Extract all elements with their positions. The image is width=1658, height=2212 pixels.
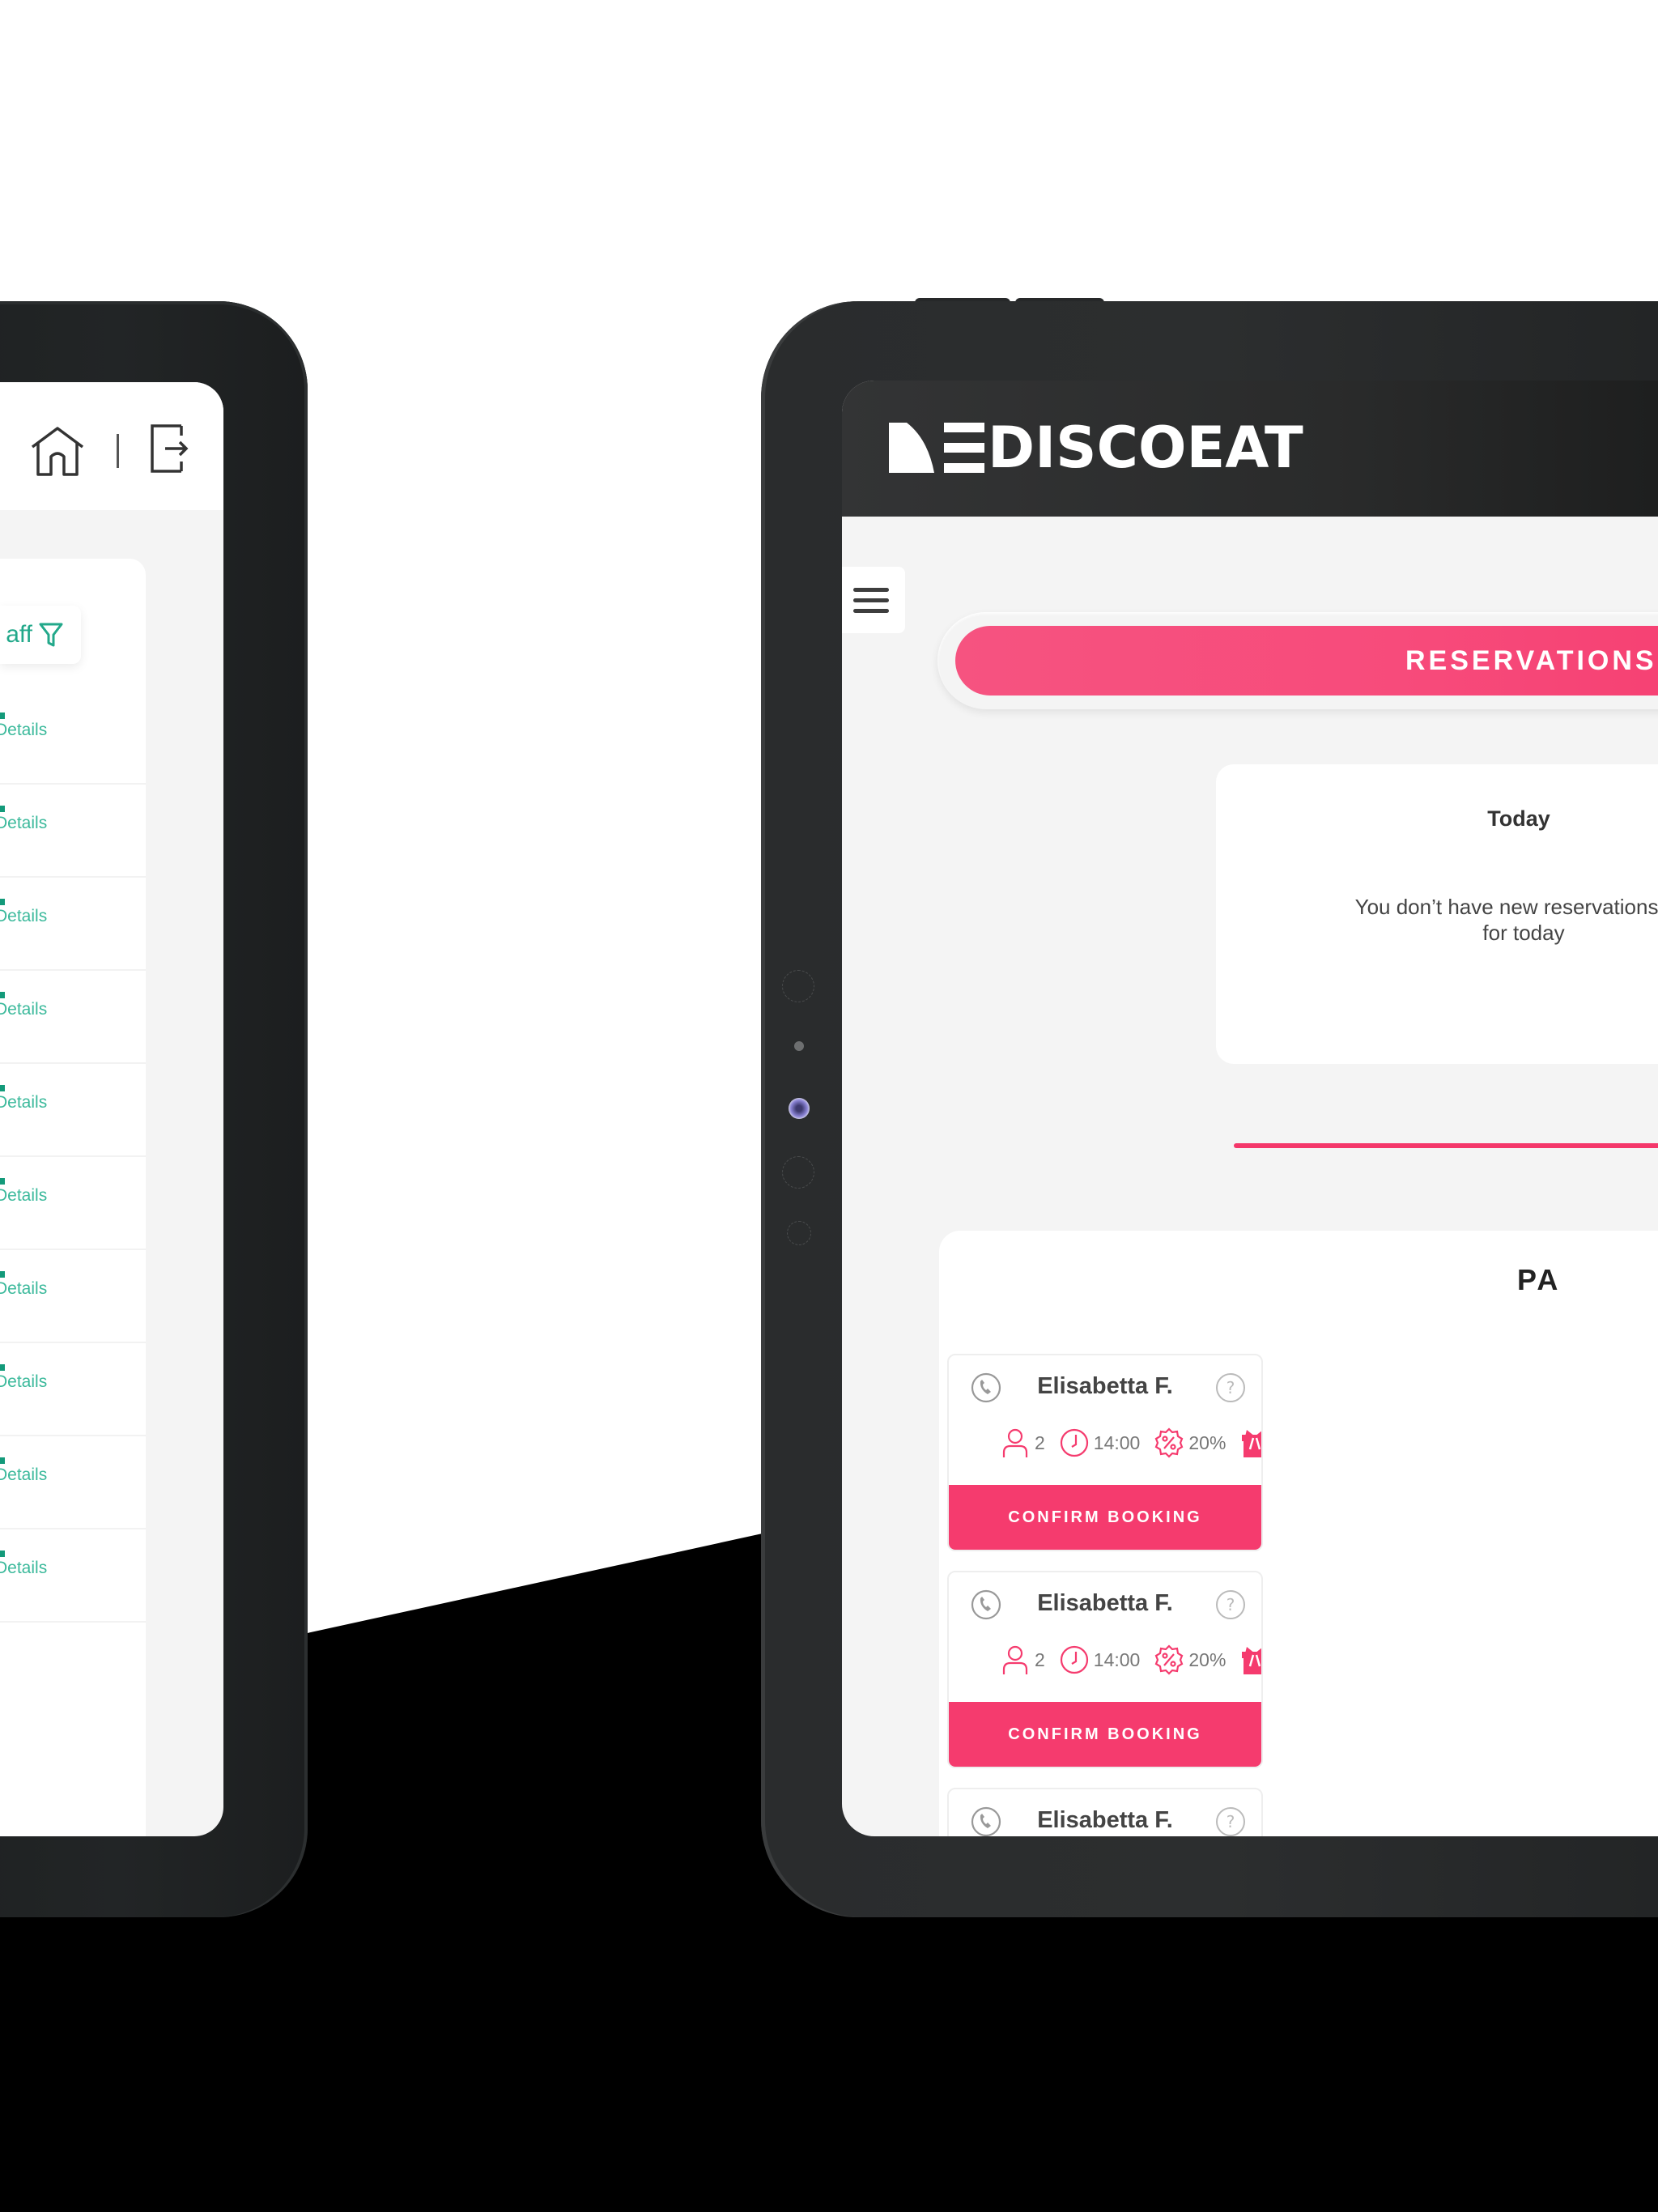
details-link[interactable]: Details — [0, 907, 47, 926]
list-item: Details — [0, 691, 146, 785]
details-link[interactable]: Details — [0, 1000, 47, 1019]
logo-mark-icon — [889, 423, 984, 473]
discount-value: 20% — [1188, 1648, 1226, 1670]
discount-icon — [1153, 1644, 1185, 1676]
sensor-ring — [787, 1221, 811, 1245]
booking-card: ?Elisabetta F.214:0020%Yes-5,0€CONFIRM B… — [947, 1354, 1263, 1551]
tab-reservations-label: RESERVATIONS — [1405, 644, 1657, 676]
details-link[interactable]: Details — [0, 814, 47, 833]
gift-icon — [1239, 1427, 1261, 1459]
details-link[interactable]: Details — [0, 721, 47, 740]
camera-icon — [789, 1098, 810, 1119]
booking-card: ?Elisabetta F.214:0020%Yes-5,0€CONFIRM B… — [947, 1571, 1263, 1768]
discount-value: 20% — [1188, 1431, 1226, 1453]
status-marker — [0, 1178, 5, 1185]
list-item: Details — [0, 1250, 146, 1343]
details-link[interactable]: Details — [0, 1465, 47, 1485]
tab-reservations[interactable]: RESERVATIONS — [955, 626, 1658, 696]
booking-card: ? Elisabetta F. — [947, 1788, 1263, 1836]
list-item: Details — [0, 1343, 146, 1436]
filter-icon — [39, 623, 63, 647]
status-marker — [0, 806, 5, 812]
right-tablet-screen: DISCOEAT RESERVATIONS Today You don’t ha… — [842, 381, 1658, 1836]
sensor-ring — [782, 1156, 814, 1189]
hamburger-menu-icon[interactable] — [842, 567, 905, 633]
details-link[interactable]: Details — [0, 1093, 47, 1112]
section-divider — [1234, 1143, 1658, 1148]
booking-time: 14:00 — [1093, 1431, 1141, 1453]
booking-time: 14:00 — [1093, 1648, 1141, 1670]
discount-icon — [1153, 1427, 1185, 1459]
status-marker — [0, 1457, 5, 1464]
list-item: Details — [0, 878, 146, 971]
booking-details: 214:0020%Yes-5,0€ — [999, 1427, 1261, 1459]
status-marker — [0, 713, 5, 719]
logout-icon[interactable] — [149, 423, 189, 474]
left-tablet-screen: aff Details Details Details Details Details D… — [0, 382, 223, 1836]
list-item: Details — [0, 1436, 146, 1529]
details-link[interactable]: Details — [0, 1279, 47, 1299]
person-icon — [999, 1427, 1031, 1459]
discoeat-logo: DISCOEAT — [889, 415, 1303, 481]
list-item: Details — [0, 971, 146, 1064]
left-top-bar — [0, 382, 223, 510]
staff-filter-button[interactable]: aff — [0, 606, 81, 664]
details-link[interactable]: Details — [0, 1372, 47, 1392]
sensor-ring — [782, 970, 814, 1002]
confirm-booking-button[interactable]: CONFIRM BOOKING — [949, 1702, 1261, 1767]
header-divider — [117, 434, 119, 468]
today-empty-message: You don’t have new reservations yet for … — [1354, 895, 1658, 945]
clock-icon — [1058, 1644, 1090, 1676]
status-marker — [0, 1364, 5, 1371]
today-title: Today — [1487, 806, 1550, 831]
status-marker — [0, 1085, 5, 1091]
status-marker — [0, 992, 5, 998]
status-marker — [0, 1551, 5, 1557]
pending-title: PA — [1517, 1263, 1561, 1296]
details-link[interactable]: Details — [0, 1559, 47, 1578]
guest-count: 2 — [1035, 1648, 1045, 1670]
confirm-booking-button[interactable]: CONFIRM BOOKING — [949, 1485, 1261, 1550]
person-icon — [999, 1644, 1031, 1676]
left-list-panel: aff Details Details Details Details Details D… — [0, 559, 146, 1836]
clock-icon — [1058, 1427, 1090, 1459]
guest-name: Elisabetta F. — [1037, 1807, 1173, 1833]
guest-name: Elisabetta F. — [1037, 1590, 1173, 1616]
booking-details: 214:0020%Yes-5,0€ — [999, 1644, 1261, 1676]
list-item: Details — [0, 1064, 146, 1157]
home-icon[interactable] — [29, 426, 86, 478]
logo-text: DISCOEAT — [988, 415, 1303, 481]
sensor-dot — [794, 1041, 804, 1051]
status-marker — [0, 899, 5, 905]
details-link[interactable]: Details — [0, 1186, 47, 1206]
guest-count: 2 — [1035, 1431, 1045, 1453]
list-item: Details — [0, 785, 146, 878]
app-header: DISCOEAT — [842, 381, 1658, 517]
gift-icon — [1239, 1644, 1261, 1676]
list-item: Details — [0, 1157, 146, 1250]
today-card: Today You don’t have new reservations ye… — [1216, 764, 1658, 1064]
status-marker — [0, 1271, 5, 1278]
guest-name: Elisabetta F. — [1037, 1373, 1173, 1399]
filter-label: aff — [6, 621, 32, 648]
list-item: Details — [0, 1529, 146, 1623]
